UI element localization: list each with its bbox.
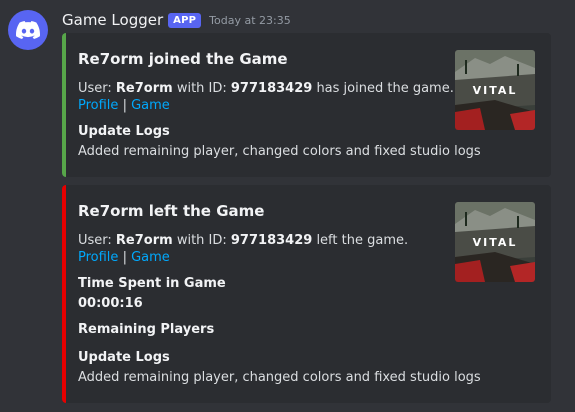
bot-avatar[interactable] xyxy=(8,10,48,50)
embed-links: Profile | Game xyxy=(78,249,170,267)
user-label: User: xyxy=(78,233,116,248)
link-separator: | xyxy=(122,98,127,113)
embed-title: Re7orm joined the Game xyxy=(78,50,288,68)
embed-description: User: Re7orm with ID: 977183429 has join… xyxy=(78,79,454,98)
field-name-remaining-players: Remaining Players xyxy=(78,322,215,337)
field-value-time-spent: 00:00:16 xyxy=(78,296,143,311)
author-name[interactable]: Game Logger xyxy=(62,11,163,29)
discord-logo-icon xyxy=(16,21,40,39)
game-thumbnail[interactable]: VITAL xyxy=(455,50,535,130)
username: Re7orm xyxy=(115,81,173,96)
app-badge: APP xyxy=(168,12,202,28)
field-name: Update Logs xyxy=(78,124,170,139)
field-value-update-logs: Added remaining player, changed colors a… xyxy=(78,370,481,385)
user-id: 977183429 xyxy=(230,81,313,96)
embed-title: Re7orm left the Game xyxy=(78,202,265,220)
message-header: Game Logger APP Today at 23:35 xyxy=(62,10,291,30)
embed-joined: Re7orm joined the Game User: Re7orm with… xyxy=(62,33,551,177)
profile-link[interactable]: Profile xyxy=(78,250,118,265)
embed-links: Profile | Game xyxy=(78,97,170,115)
embed-description: User: Re7orm with ID: 977183429 left the… xyxy=(78,231,408,250)
game-link[interactable]: Game xyxy=(131,98,170,113)
id-label: with ID: xyxy=(172,81,231,96)
field-value: Added remaining player, changed colors a… xyxy=(78,144,481,159)
thumbnail-logo: VITAL xyxy=(472,84,518,97)
field-name-time-spent: Time Spent in Game xyxy=(78,276,226,291)
username: Re7orm xyxy=(115,233,173,248)
link-separator: | xyxy=(122,250,127,265)
desc-suffix: has joined the game. xyxy=(312,81,454,96)
embed-left: Re7orm left the Game User: Re7orm with I… xyxy=(62,185,551,403)
game-link[interactable]: Game xyxy=(131,250,170,265)
thumbnail-logo: VITAL xyxy=(472,236,518,249)
game-thumbnail[interactable]: VITAL xyxy=(455,202,535,282)
user-id: 977183429 xyxy=(230,233,313,248)
field-name-update-logs: Update Logs xyxy=(78,350,170,365)
desc-suffix: left the game. xyxy=(312,233,409,248)
embed-accent-bar xyxy=(62,185,66,403)
profile-link[interactable]: Profile xyxy=(78,98,118,113)
message-timestamp: Today at 23:35 xyxy=(209,13,291,27)
id-label: with ID: xyxy=(172,233,231,248)
user-label: User: xyxy=(78,81,116,96)
embed-accent-bar xyxy=(62,33,66,177)
